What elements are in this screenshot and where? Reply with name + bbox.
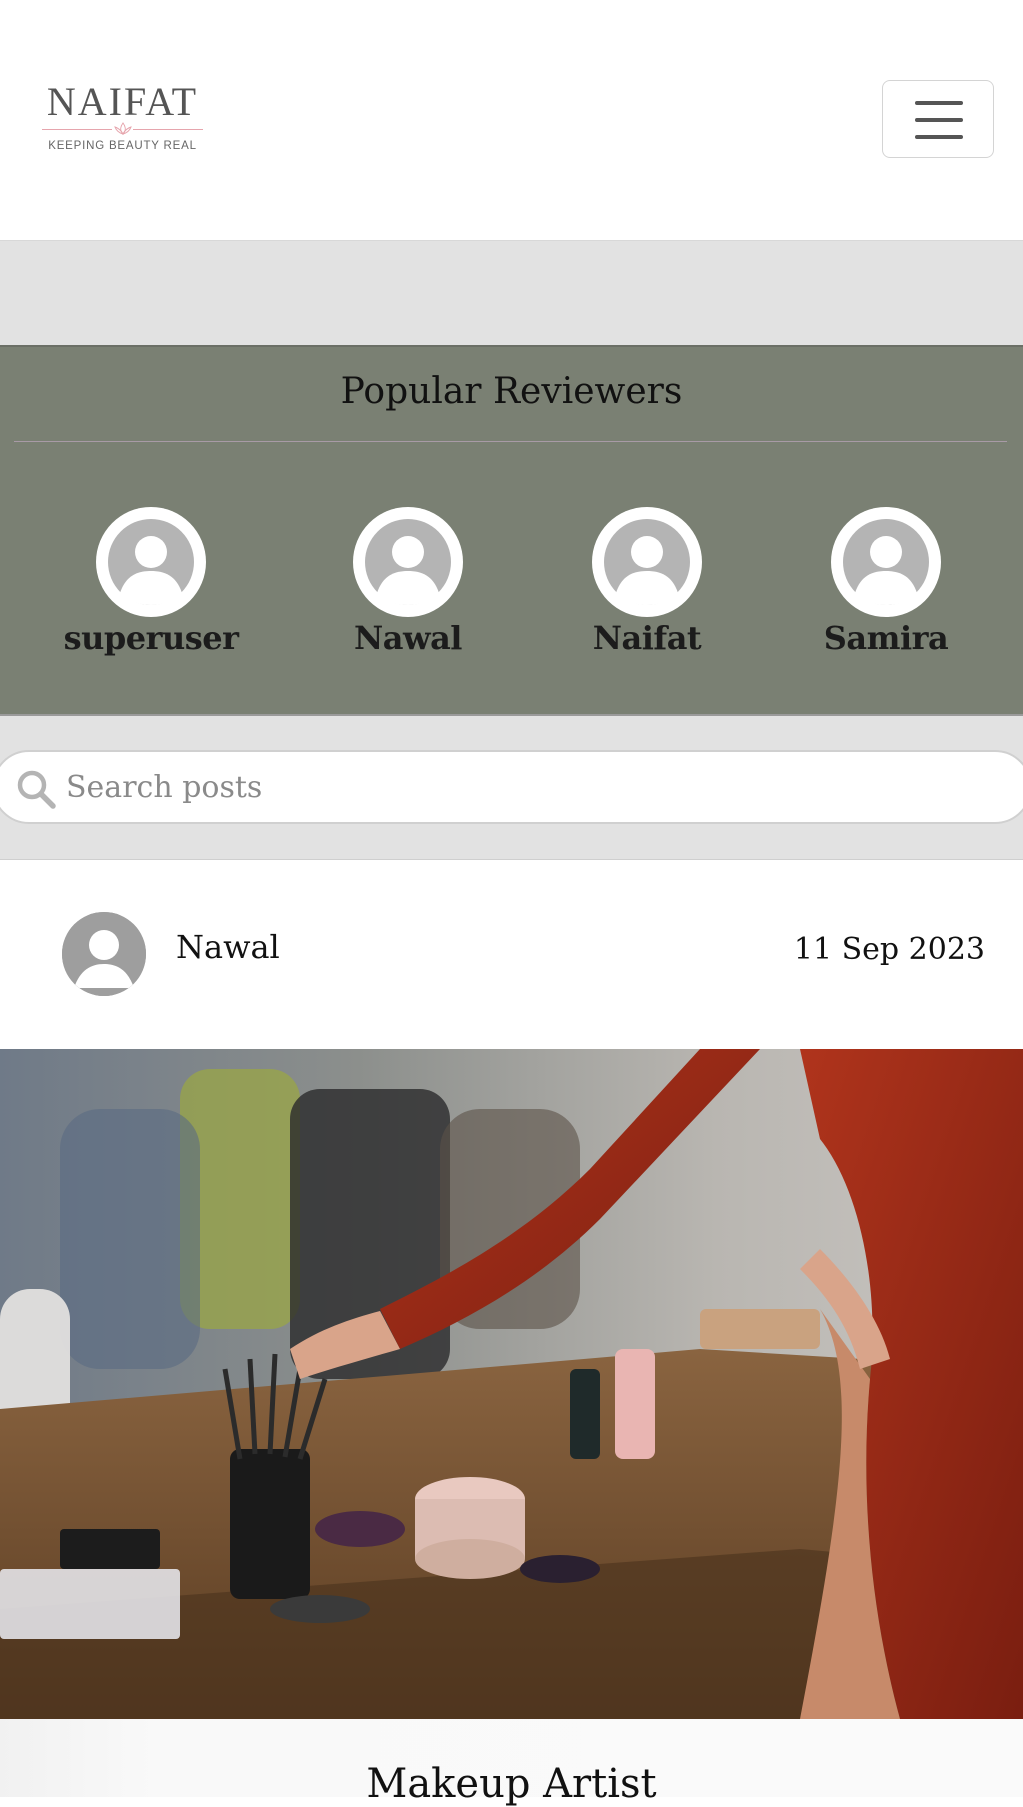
search-input[interactable]: [66, 762, 966, 812]
user-placeholder-icon: [365, 519, 451, 605]
brand-logo[interactable]: NAIFAT KEEPING BEAUTY REAL: [40, 80, 205, 160]
search-bar[interactable]: [0, 750, 1023, 824]
section-divider: [14, 441, 1007, 442]
user-placeholder-icon: [843, 519, 929, 605]
reviewer-card[interactable]: superuser: [51, 507, 251, 667]
avatar: [353, 507, 463, 617]
search-icon: [17, 770, 56, 809]
reviewer-card[interactable]: Samira: [786, 507, 986, 667]
popular-reviewers-section: Popular Reviewers superuser Nawal Naifat…: [0, 345, 1023, 716]
header-spacer: [0, 241, 1023, 345]
avatar[interactable]: [62, 912, 146, 996]
avatar: [592, 507, 702, 617]
makeup-table-image: [0, 1049, 1023, 1719]
user-placeholder-icon: [108, 519, 194, 605]
post-header: Nawal 11 Sep 2023: [0, 860, 1023, 1049]
menu-bar-icon: [915, 101, 963, 105]
site-header: NAIFAT KEEPING BEAUTY REAL: [0, 0, 1023, 241]
avatar: [831, 507, 941, 617]
reviewer-card[interactable]: Nawal: [308, 507, 508, 667]
reviewer-name: Naifat: [592, 619, 702, 657]
post-title-section: Makeup Artist: [0, 1719, 1023, 1807]
post-image[interactable]: [0, 1049, 1023, 1719]
user-placeholder-icon: [604, 519, 690, 605]
post-date: 11 Sep 2023: [793, 932, 985, 967]
avatar: [96, 507, 206, 617]
reviewer-card[interactable]: Naifat: [547, 507, 747, 667]
post-author-name[interactable]: Nawal: [176, 928, 280, 966]
menu-bar-icon: [915, 118, 963, 122]
section-title: Popular Reviewers: [340, 371, 683, 412]
search-section: [0, 716, 1023, 860]
post-title[interactable]: Makeup Artist: [0, 1761, 1023, 1807]
logo-divider-left: [42, 129, 112, 130]
hamburger-menu-button[interactable]: [882, 80, 994, 158]
user-placeholder-icon: [62, 912, 146, 996]
reviewer-name: superuser: [63, 619, 239, 657]
reviewer-name: Nawal: [354, 619, 462, 657]
brand-tagline: KEEPING BEAUTY REAL: [48, 140, 197, 152]
menu-bar-icon: [915, 135, 963, 139]
reviewer-name: Samira: [823, 619, 949, 657]
brand-name: NAIFAT: [46, 79, 199, 124]
lotus-icon: [114, 122, 132, 135]
logo-divider-right: [133, 129, 203, 130]
